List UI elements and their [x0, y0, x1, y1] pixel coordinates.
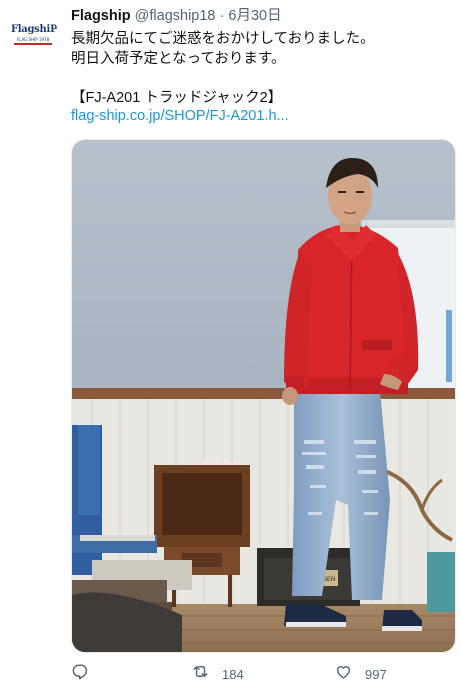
tweet-photo[interactable]: TOKE-SEN [71, 139, 456, 653]
tweet-text-line: 【FJ-A201 トラッドジャック2】 [71, 89, 283, 106]
reply-button[interactable] [71, 662, 90, 686]
retweet-button[interactable]: 184 [191, 662, 244, 686]
retweet-icon [191, 662, 210, 686]
avatar-logo-bar [14, 43, 52, 45]
tweet-text: 長期欠品にてご迷惑をおかけしておりました。 明日入荷予定となっております。 【F… [71, 30, 375, 108]
display-name[interactable]: Flagship [71, 8, 131, 24]
tweet-text-line: 明日入荷予定となっております。 [71, 50, 286, 67]
separator: · [219, 8, 225, 24]
like-count: 997 [365, 666, 387, 682]
tweet-date[interactable]: 6月30日 [228, 8, 281, 24]
like-button[interactable]: 997 [334, 662, 387, 686]
tweet-text-line: 長期欠品にてご迷惑をおかけしておりました。 [71, 31, 375, 47]
avatar[interactable]: FlagshiP FLAG SHIP 1978 [8, 10, 58, 60]
handle[interactable]: @flagship18 [135, 8, 216, 24]
avatar-logo-word: FlagshiP [11, 24, 58, 35]
retweet-count: 184 [222, 666, 244, 682]
tweet-actions: 184 997 [71, 662, 454, 686]
avatar-logo-sub: FLAG SHIP 1978 [16, 37, 50, 42]
photo-illustration: TOKE-SEN [72, 140, 455, 652]
tweet-link[interactable]: flag-ship.co.jp/SHOP/FJ-A201.h... [71, 108, 289, 124]
tweet-header: Flagship @flagship18 · 6月30日 [71, 7, 282, 25]
heart-icon [334, 662, 353, 686]
tweet-text-line [71, 69, 375, 89]
tweet[interactable]: FlagshiP FLAG SHIP 1978 Flagship @flagsh… [0, 0, 461, 689]
reply-icon [71, 662, 90, 686]
